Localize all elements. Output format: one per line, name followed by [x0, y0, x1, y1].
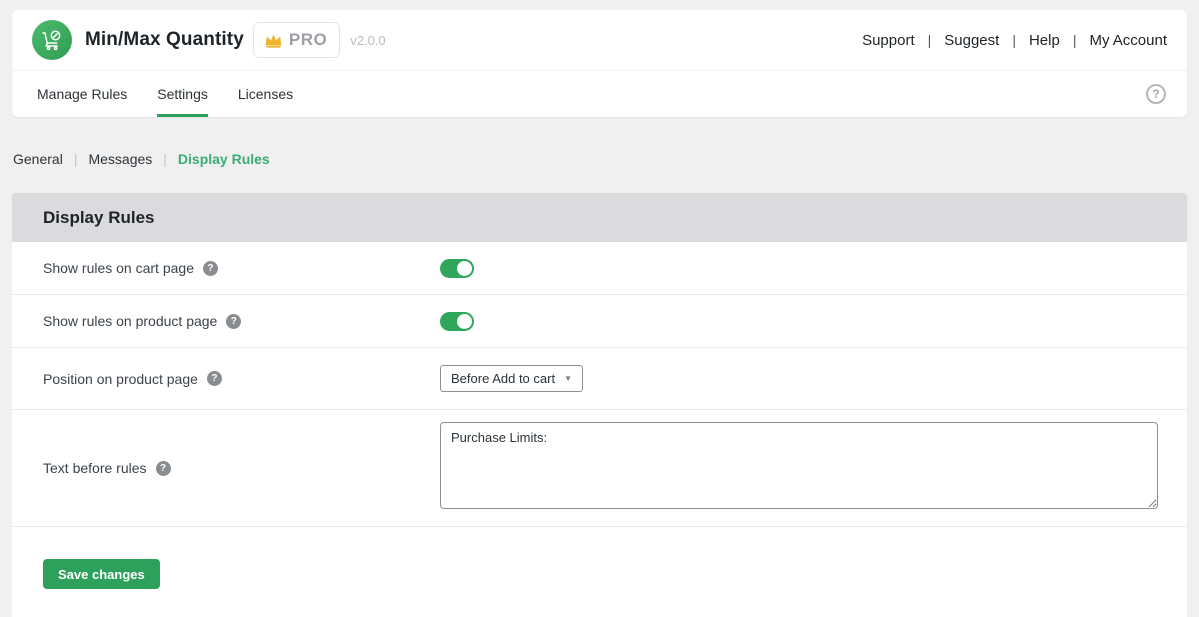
- subnav-item-display-rules[interactable]: Display Rules: [178, 151, 270, 167]
- crown-icon: [264, 32, 283, 48]
- setting-label: Text before rules ?: [43, 460, 440, 476]
- textarea-wrapper: Purchase Limits:: [440, 422, 1187, 514]
- link-my-account[interactable]: My Account: [1089, 32, 1167, 49]
- tab-manage-rules[interactable]: Manage Rules: [37, 71, 127, 117]
- question-mark-icon[interactable]: ?: [207, 371, 222, 386]
- page: { "colors": { "accent_green": "#2da15c",…: [0, 10, 1199, 617]
- link-separator: |: [1073, 32, 1077, 48]
- subnav-separator: |: [163, 151, 167, 167]
- subnav-item-general[interactable]: General: [13, 151, 63, 167]
- subnav-item-messages[interactable]: Messages: [88, 151, 152, 167]
- pro-badge: PRO: [253, 22, 340, 58]
- page-title: Min/Max Quantity: [85, 29, 244, 51]
- cart-page-toggle[interactable]: [440, 259, 474, 278]
- settings-row-text-before: Text before rules ? Purchase Limits:: [12, 410, 1187, 527]
- display-rules-panel: Display Rules Show rules on cart page ? …: [12, 193, 1187, 617]
- setting-label: Show rules on cart page ?: [43, 260, 440, 276]
- link-separator: |: [1012, 32, 1016, 48]
- link-separator: |: [928, 32, 932, 48]
- version-label: v2.0.0: [350, 33, 385, 48]
- top-card: Min/Max Quantity PRO v2.0.0 Support | Su…: [12, 10, 1187, 117]
- save-button[interactable]: Save changes: [43, 559, 160, 589]
- question-mark-icon[interactable]: ?: [156, 461, 171, 476]
- cart-icon: [32, 20, 72, 60]
- settings-row-position: Position on product page ? Before Add to…: [12, 348, 1187, 410]
- question-mark-icon[interactable]: ?: [203, 261, 218, 276]
- panel-footer: Save changes: [12, 527, 1187, 589]
- toggle-knob: [457, 314, 472, 329]
- question-mark-icon[interactable]: ?: [226, 314, 241, 329]
- panel-title: Display Rules: [12, 193, 1187, 242]
- product-page-toggle[interactable]: [440, 312, 474, 331]
- link-help[interactable]: Help: [1029, 32, 1060, 49]
- setting-label-text: Show rules on product page: [43, 313, 217, 329]
- tab-licenses[interactable]: Licenses: [238, 71, 293, 117]
- position-select[interactable]: Before Add to cart ▼: [440, 365, 583, 392]
- position-select-value: Before Add to cart: [451, 371, 555, 386]
- setting-label-text: Position on product page: [43, 371, 198, 387]
- text-before-rules-input[interactable]: Purchase Limits:: [440, 422, 1158, 509]
- settings-row-cart-page: Show rules on cart page ?: [12, 242, 1187, 295]
- tab-settings[interactable]: Settings: [157, 71, 208, 117]
- subnav-separator: |: [74, 151, 78, 167]
- question-mark-circle-icon[interactable]: ?: [1146, 84, 1166, 104]
- setting-label-text: Text before rules: [43, 460, 147, 476]
- settings-row-product-page: Show rules on product page ?: [12, 295, 1187, 348]
- toggle-knob: [457, 261, 472, 276]
- pro-label: PRO: [289, 30, 327, 50]
- tab-bar: Manage Rules Settings Licenses ?: [12, 70, 1187, 117]
- app-header: Min/Max Quantity PRO v2.0.0 Support | Su…: [12, 10, 1187, 70]
- setting-label: Position on product page ?: [43, 371, 440, 387]
- settings-subnav: General | Messages | Display Rules: [13, 150, 1187, 167]
- link-suggest[interactable]: Suggest: [944, 32, 999, 49]
- header-links: Support | Suggest | Help | My Account: [862, 32, 1167, 49]
- setting-label: Show rules on product page ?: [43, 313, 440, 329]
- link-support[interactable]: Support: [862, 32, 915, 49]
- chevron-down-icon: ▼: [564, 374, 572, 383]
- setting-label-text: Show rules on cart page: [43, 260, 194, 276]
